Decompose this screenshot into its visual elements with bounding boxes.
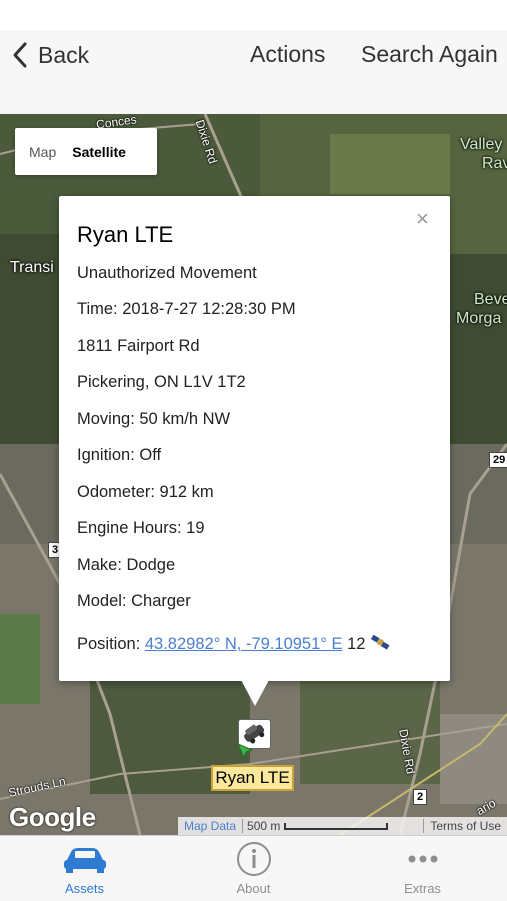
satellite-icon: [370, 634, 390, 650]
time-text: Time: 2018-7-27 12:28:30 PM: [77, 300, 296, 318]
info-window-pointer: [241, 680, 269, 706]
tab-assets[interactable]: Assets: [0, 836, 169, 901]
search-again-button[interactable]: Search Again: [361, 41, 498, 68]
map-label-transit: Transi: [10, 259, 54, 276]
position-row: Position: 43.82982° N, -79.10951° E 12: [77, 634, 392, 654]
address-line-1: 1811 Fairport Rd: [77, 337, 200, 355]
map-data-link[interactable]: Map Data: [178, 819, 242, 833]
scale-bar: [284, 822, 389, 830]
make-text: Make: Dodge: [77, 556, 176, 574]
asset-title: Ryan LTE: [77, 222, 174, 247]
position-prefix: Position:: [77, 635, 145, 653]
car-icon: [63, 848, 106, 873]
chevron-left-icon: [13, 42, 27, 68]
scale-label: 500 m: [247, 819, 281, 833]
actions-button[interactable]: Actions: [250, 41, 325, 68]
highway-shield-29: 29: [489, 452, 507, 468]
address-line-2: Pickering, ON L1V 1T2: [77, 373, 246, 391]
map-type-satellite-option[interactable]: Satellite: [70, 144, 140, 160]
tab-about[interactable]: About: [169, 836, 338, 901]
map-label-morgan: Morga: [456, 310, 502, 327]
asset-marker-label[interactable]: Ryan LTE: [211, 765, 294, 791]
tab-bar: Assets About Extras: [0, 835, 507, 900]
ignition-text: Ignition: Off: [77, 446, 162, 464]
model-text: Model: Charger: [77, 592, 191, 610]
google-logo: Google: [9, 802, 96, 832]
tab-extras-label: Extras: [404, 881, 441, 896]
map-attribution: Map Data 500 m Terms of Use: [178, 817, 507, 835]
close-icon[interactable]: ×: [416, 206, 429, 232]
moving-text: Moving: 50 km/h NW: [77, 410, 231, 428]
terms-of-use-link[interactable]: Terms of Use: [423, 819, 507, 833]
more-icon: [408, 855, 437, 863]
map-scale: 500 m: [242, 819, 392, 833]
tab-assets-label: Assets: [64, 881, 104, 896]
back-button[interactable]: Back: [10, 38, 89, 72]
satellite-count: 12: [347, 635, 366, 653]
event-text: Unauthorized Movement: [77, 264, 257, 282]
map-label-valley: Valley: [460, 136, 503, 153]
position-coordinates-link[interactable]: 43.82982° N, -79.10951° E: [145, 635, 343, 653]
map-type-map-option[interactable]: Map: [15, 144, 70, 160]
map-label-beverley: Beve: [474, 291, 507, 308]
tab-about-label: About: [236, 881, 271, 896]
tab-extras[interactable]: Extras: [338, 836, 507, 901]
back-label: Back: [38, 41, 90, 68]
direction-arrow-icon: [237, 743, 254, 760]
highway-shield-2: 2: [413, 789, 428, 805]
info-icon: [236, 842, 271, 876]
odometer-text: Odometer: 912 km: [77, 483, 214, 501]
engine-hours-text: Engine Hours: 19: [77, 519, 205, 537]
map-label-ravine: Rav: [482, 155, 507, 172]
map-type-toggle: Map Satellite: [15, 128, 157, 175]
status-bar: [0, 0, 507, 30]
